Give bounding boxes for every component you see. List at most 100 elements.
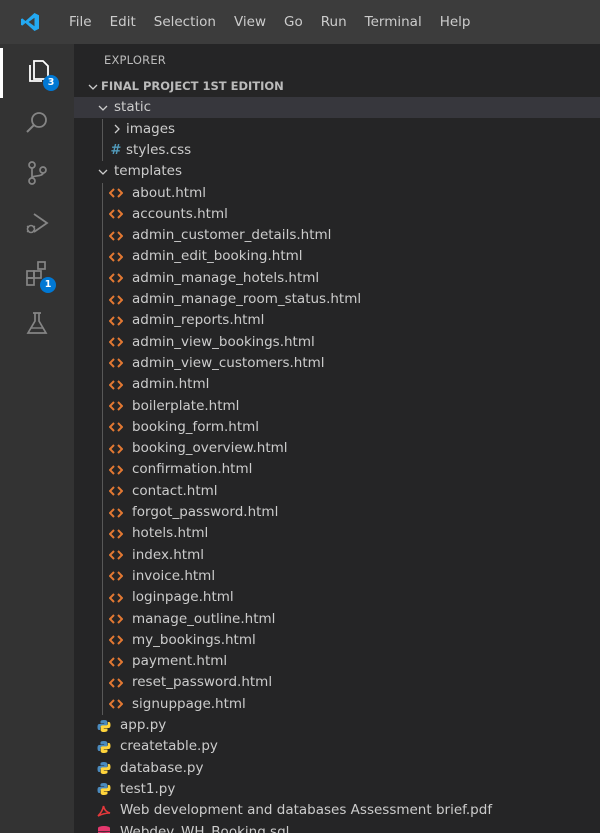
file-payment-html[interactable]: payment.html [74,651,600,672]
file-webdev-wh-booking-sql[interactable]: Webdev_WH_Booking.sql [74,822,600,833]
file-database-py[interactable]: database.py [74,758,600,779]
tree-item-label: hotels.html [132,525,209,542]
tree-item-label: invoice.html [132,567,216,584]
activity-bar: 3 1 [0,44,74,833]
menu-item-edit[interactable]: Edit [101,0,145,44]
tree-item-label: accounts.html [132,205,228,222]
python-file-icon [96,758,112,779]
file-my-bookings-html[interactable]: my_bookings.html [74,630,600,651]
menu-item-help[interactable]: Help [431,0,480,44]
menu-item-run[interactable]: Run [312,0,356,44]
html-file-icon [108,204,124,225]
tree-item-label: about.html [132,184,206,201]
tree-item-label: index.html [132,546,204,563]
tree-item-label: images [126,120,176,137]
tree-item-label: my_bookings.html [132,631,256,648]
file-invoice-html[interactable]: invoice.html [74,566,600,587]
pdf-file-icon [96,800,112,821]
project-root-folder[interactable]: FINAL PROJECT 1ST EDITION [74,76,600,97]
tree-item-label: forgot_password.html [132,504,279,520]
vscode-logo-icon[interactable] [0,0,60,44]
tree-item-label: admin_manage_room_status.html [132,291,362,307]
tree-item-label: payment.html [132,653,228,670]
file-createtable-py[interactable]: createtable.py [74,736,600,757]
file-boilerplate-html[interactable]: boilerplate.html [74,396,600,417]
menu-item-view[interactable]: View [225,0,275,44]
sql-file-icon [96,822,112,833]
html-file-icon [108,523,124,544]
tree-item-label: booking_overview.html [132,440,288,457]
chevron-down-icon [96,97,110,118]
tree-item-label: admin_view_bookings.html [132,333,315,350]
file-admin-manage-hotels-html[interactable]: admin_manage_hotels.html [74,268,600,289]
menu-item-go[interactable]: Go [275,0,312,44]
html-file-icon [108,651,124,672]
file-admin-view-customers-html[interactable]: admin_view_customers.html [74,353,600,374]
file-admin-reports-html[interactable]: admin_reports.html [74,310,600,331]
html-file-icon [108,630,124,651]
run-debug-icon [23,209,51,241]
tree-item-label: confirmation.html [132,461,253,478]
html-file-icon [108,481,124,502]
file-contact-html[interactable]: contact.html [74,481,600,502]
tree-item-label: loginpage.html [132,589,234,606]
file-booking-form-html[interactable]: booking_form.html [74,417,600,438]
file-forgot-password-html[interactable]: forgot_password.html [74,502,600,523]
file-app-py[interactable]: app.py [74,715,600,736]
testing-activity[interactable] [0,300,74,350]
tree-item-label: admin_manage_hotels.html [132,269,320,286]
file-about-html[interactable]: about.html [74,183,600,204]
file-test1-py[interactable]: test1.py [74,779,600,800]
file-hotels-html[interactable]: hotels.html [74,523,600,544]
file-accounts-html[interactable]: accounts.html [74,204,600,225]
html-file-icon [108,694,124,715]
file-loginpage-html[interactable]: loginpage.html [74,587,600,608]
html-file-icon [108,310,124,331]
file-confirmation-html[interactable]: confirmation.html [74,459,600,480]
html-file-icon [108,396,124,417]
html-file-icon [108,587,124,608]
indent-guide-static [102,118,103,162]
file-admin-manage-room-status-html[interactable]: admin_manage_room_status.html [74,289,600,310]
tree-item-label: reset_password.html [132,674,273,691]
tree-item-label: boilerplate.html [132,397,240,414]
folder-static[interactable]: static [74,97,600,119]
html-file-icon [108,438,124,459]
extensions-activity[interactable]: 1 [0,250,74,300]
source-control-activity[interactable] [0,150,74,200]
explorer-badge: 3 [43,75,59,91]
file-signuppage-html[interactable]: signuppage.html [74,694,600,715]
folder-templates[interactable]: templates [74,161,600,182]
menu-item-selection[interactable]: Selection [145,0,225,44]
file-assessment-brief-pdf[interactable]: Web development and databases Assessment… [74,800,600,821]
html-file-icon [108,225,124,246]
html-file-icon [108,502,124,523]
file-styles-css[interactable]: # styles.css [74,140,600,161]
tree-item-label: admin_reports.html [132,312,265,329]
file-booking-overview-html[interactable]: booking_overview.html [74,438,600,459]
search-activity[interactable] [0,100,74,150]
html-file-icon [108,609,124,630]
search-icon [23,109,51,141]
html-file-icon [108,417,124,438]
file-admin-view-bookings-html[interactable]: admin_view_bookings.html [74,332,600,353]
file-manage-outline-html[interactable]: manage_outline.html [74,609,600,630]
html-file-icon [108,268,124,289]
menu-item-file[interactable]: File [60,0,101,44]
file-admin-edit-booking-html[interactable]: admin_edit_booking.html [74,246,600,267]
tree-item-label: test1.py [120,780,176,797]
file-admin-customer-details-html[interactable]: admin_customer_details.html [74,225,600,246]
html-file-icon [108,289,124,310]
menu-item-terminal[interactable]: Terminal [356,0,431,44]
file-admin-html[interactable]: admin.html [74,374,600,395]
tree-item-label: booking_form.html [132,418,260,435]
html-file-icon [108,459,124,480]
python-file-icon [96,779,112,800]
folder-images[interactable]: images [74,119,600,140]
run-debug-activity[interactable] [0,200,74,250]
file-reset-password-html[interactable]: reset_password.html [74,672,600,693]
explorer-activity[interactable]: 3 [0,48,74,98]
explorer-title: EXPLORER [104,53,166,67]
tree-item-label: manage_outline.html [132,610,276,627]
file-index-html[interactable]: index.html [74,545,600,566]
